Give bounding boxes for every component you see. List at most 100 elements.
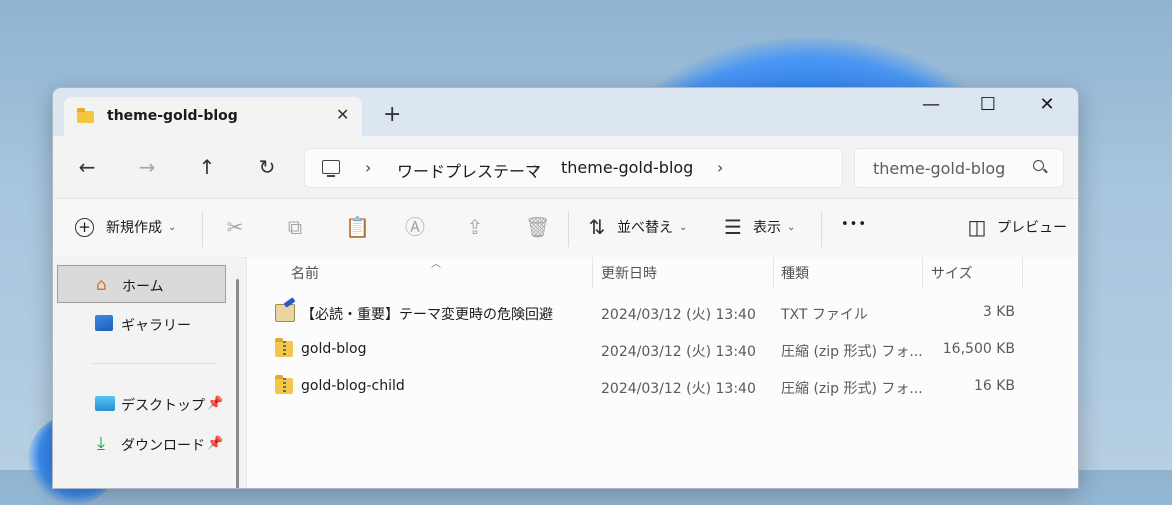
file-row[interactable]: gold-blog-child 2024/03/12 (火) 13:40 圧縮 …	[247, 369, 1078, 406]
command-bar: + 新規作成 ⌄ ✂ ⧉ 📋 Ⓐ ⇪ 🗑 ⇅ 並べ替え ⌄ ☰ 表示 ⌄ •••…	[53, 199, 1078, 258]
tab-theme-gold-blog[interactable]: theme-gold-blog ✕	[64, 97, 362, 137]
toolbar-divider	[568, 211, 569, 247]
column-divider[interactable]	[922, 257, 923, 289]
desktop-icon	[95, 396, 115, 411]
sidebar-scrollbar[interactable]	[236, 279, 239, 488]
chevron-down-icon: ⌄	[168, 221, 177, 233]
file-explorer-window: theme-gold-blog ✕ + — ☐ ✕ ← → ↑ ↻ › ワードプ…	[52, 87, 1079, 489]
sidebar-item-home[interactable]: ⌂ ホーム	[57, 265, 226, 303]
sidebar-item-label: デスクトップ	[121, 398, 205, 414]
sidebar-item-downloads[interactable]: ⤓ ダウンロード 📌	[57, 425, 226, 463]
column-divider[interactable]	[773, 257, 774, 289]
copy-button[interactable]: ⧉	[285, 217, 305, 237]
file-modified: 2024/03/12 (火) 13:40	[601, 381, 756, 397]
file-row[interactable]: 【必読・重要】テーマ変更時の危険回避 2024/03/12 (火) 13:40 …	[247, 295, 1078, 332]
file-size: 16,500 KB	[942, 341, 1015, 357]
delete-button[interactable]: 🗑	[525, 215, 551, 239]
file-row[interactable]: gold-blog 2024/03/12 (火) 13:40 圧縮 (zip 形…	[247, 332, 1078, 369]
chevron-down-icon: ⌄	[787, 221, 796, 233]
sidebar-divider	[93, 363, 217, 364]
copy-icon: ⧉	[287, 215, 303, 239]
breadcrumb-item[interactable]: theme-gold-blog	[561, 158, 693, 177]
column-divider[interactable]	[592, 257, 593, 289]
view-list-icon: ☰	[724, 215, 742, 239]
preview-pane-button[interactable]: ◫ プレビュー	[967, 217, 1067, 237]
file-name: gold-blog-child	[301, 378, 405, 394]
view-label: 表示	[753, 220, 781, 236]
new-tab-button[interactable]: +	[383, 104, 401, 126]
new-button[interactable]: + 新規作成 ⌄	[75, 217, 176, 237]
file-size: 3 KB	[982, 304, 1015, 320]
search-icon	[1033, 160, 1044, 171]
file-size: 16 KB	[973, 378, 1015, 394]
tab-bar: theme-gold-blog ✕ + — ☐ ✕	[53, 88, 1078, 137]
file-modified: 2024/03/12 (火) 13:40	[601, 307, 756, 323]
rename-button[interactable]: Ⓐ	[405, 217, 425, 237]
more-icon: •••	[841, 217, 868, 232]
cut-button[interactable]: ✂	[225, 217, 245, 237]
scissors-icon: ✂	[226, 215, 244, 239]
file-name: gold-blog	[301, 341, 367, 357]
address-bar[interactable]: › ワードプレステーマ › theme-gold-blog ›	[304, 148, 843, 188]
folder-icon	[77, 108, 94, 123]
pin-icon[interactable]: 📌	[207, 396, 223, 411]
chevron-right-icon[interactable]: ›	[533, 158, 539, 177]
back-button[interactable]: ←	[74, 155, 100, 179]
view-button[interactable]: ☰ 表示 ⌄	[723, 217, 795, 237]
chevron-right-icon[interactable]: ›	[365, 158, 371, 177]
clipboard-icon: 📋	[345, 215, 370, 239]
preview-pane-icon: ◫	[967, 215, 987, 239]
plus-circle-icon: +	[75, 217, 94, 237]
trash-icon: 🗑	[525, 215, 551, 239]
sidebar-item-label: ホーム	[122, 279, 164, 295]
file-name: 【必読・重要】テーマ変更時の危険回避	[301, 307, 553, 323]
navigation-bar: ← → ↑ ↻ › ワードプレステーマ › theme-gold-blog › …	[53, 136, 1078, 199]
file-modified: 2024/03/12 (火) 13:40	[601, 344, 756, 360]
file-list: ︿ 名前 更新日時 種類 サイズ 【必読・重要】テーマ変更時の危険回避 2024…	[246, 257, 1078, 488]
file-type: 圧縮 (zip 形式) フォ...	[781, 381, 923, 397]
up-button[interactable]: ↑	[194, 155, 220, 179]
chevron-right-icon[interactable]: ›	[717, 158, 723, 177]
column-header-size[interactable]: サイズ	[931, 263, 973, 283]
sort-ascending-icon: ︿	[431, 259, 441, 270]
file-type: TXT ファイル	[781, 307, 868, 323]
search-placeholder: theme-gold-blog	[873, 159, 1006, 178]
zip-folder-icon	[275, 375, 293, 394]
search-input[interactable]: theme-gold-blog	[854, 148, 1064, 188]
chevron-down-icon: ⌄	[679, 221, 688, 233]
gallery-icon	[95, 315, 113, 331]
tab-close-icon[interactable]: ✕	[336, 105, 349, 124]
rename-icon: Ⓐ	[405, 215, 425, 239]
toolbar-divider	[202, 211, 203, 247]
sidebar-item-label: ダウンロード	[121, 438, 205, 454]
sidebar-item-desktop[interactable]: デスクトップ 📌	[57, 385, 226, 423]
navigation-pane: ⌂ ホーム ギャラリー デスクトップ 📌 ⤓ ダウンロード 📌	[53, 257, 241, 488]
more-options-button[interactable]: •••	[841, 217, 867, 232]
download-icon: ⤓	[97, 433, 105, 454]
sort-button[interactable]: ⇅ 並べ替え ⌄	[587, 215, 688, 239]
home-icon: ⌂	[96, 275, 107, 295]
column-header-modified[interactable]: 更新日時	[601, 263, 657, 283]
sort-label: 並べ替え	[617, 220, 673, 236]
pin-icon[interactable]: 📌	[207, 436, 223, 451]
close-window-button[interactable]: ✕	[1027, 94, 1067, 115]
maximize-button[interactable]: ☐	[968, 94, 1008, 115]
column-header-type[interactable]: 種類	[781, 263, 809, 283]
sort-icon: ⇅	[588, 215, 606, 239]
column-divider[interactable]	[1022, 257, 1023, 289]
forward-button[interactable]: →	[134, 155, 160, 179]
minimize-button[interactable]: —	[911, 94, 951, 115]
sidebar-item-gallery[interactable]: ギャラリー	[57, 305, 226, 343]
this-pc-icon[interactable]	[322, 160, 340, 177]
refresh-button[interactable]: ↻	[254, 155, 280, 179]
toolbar-divider	[821, 211, 822, 247]
sidebar-item-label: ギャラリー	[121, 318, 191, 334]
share-button[interactable]: ⇪	[465, 217, 485, 237]
breadcrumb-item[interactable]: ワードプレステーマ	[397, 158, 541, 182]
file-type: 圧縮 (zip 形式) フォ...	[781, 344, 923, 360]
tab-title: theme-gold-blog	[107, 108, 238, 124]
preview-label: プレビュー	[997, 220, 1067, 236]
new-label: 新規作成	[106, 220, 162, 236]
column-header-name[interactable]: 名前	[291, 263, 319, 283]
paste-button[interactable]: 📋	[345, 215, 370, 239]
